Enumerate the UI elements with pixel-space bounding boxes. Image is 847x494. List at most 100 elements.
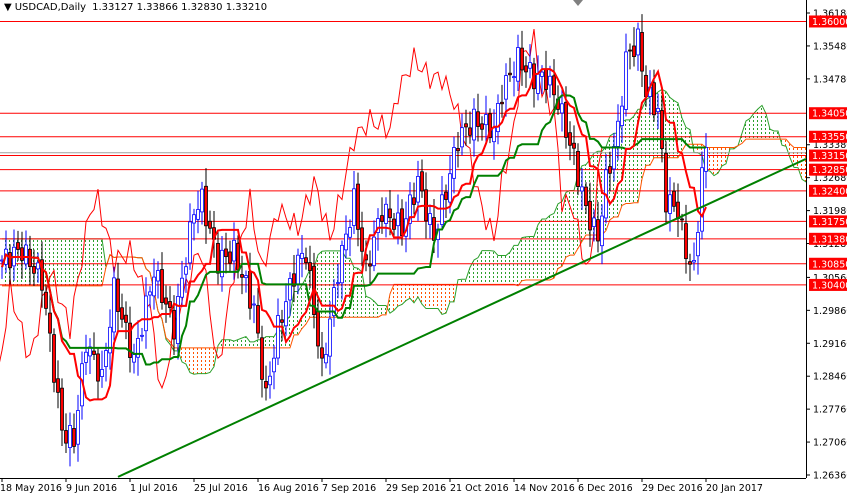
candle[interactable] — [516, 34, 520, 92]
candle[interactable] — [112, 266, 116, 341]
candle[interactable] — [372, 220, 376, 272]
candle[interactable] — [120, 293, 124, 328]
candle[interactable] — [624, 33, 628, 117]
candle[interactable] — [628, 43, 632, 70]
candle[interactable] — [244, 270, 248, 293]
candle[interactable] — [216, 229, 220, 285]
candle[interactable] — [96, 348, 100, 400]
candle[interactable] — [704, 133, 708, 189]
candle[interactable] — [268, 361, 272, 399]
candle[interactable] — [64, 413, 68, 454]
candle[interactable] — [492, 109, 496, 160]
candle[interactable] — [240, 255, 244, 295]
candle[interactable] — [192, 208, 196, 241]
candle[interactable] — [464, 109, 468, 146]
candle[interactable] — [668, 177, 672, 232]
candle[interactable] — [116, 262, 120, 331]
candle[interactable] — [444, 184, 448, 219]
candle[interactable] — [508, 57, 512, 82]
candle[interactable] — [220, 236, 224, 292]
candle[interactable] — [136, 320, 140, 376]
candle[interactable] — [196, 190, 200, 234]
candle[interactable] — [664, 141, 668, 225]
candle[interactable] — [504, 63, 508, 117]
candle[interactable] — [160, 252, 164, 310]
candle[interactable] — [672, 182, 676, 212]
candle[interactable] — [300, 235, 304, 278]
candle[interactable] — [208, 210, 212, 234]
candle[interactable] — [76, 394, 80, 462]
candle[interactable] — [368, 250, 372, 285]
candle[interactable] — [92, 332, 96, 360]
candle[interactable] — [56, 360, 60, 409]
candle[interactable] — [572, 125, 576, 165]
candle[interactable] — [452, 136, 456, 194]
candle[interactable] — [200, 181, 204, 225]
candle[interactable] — [460, 113, 464, 156]
candle[interactable] — [456, 132, 460, 168]
candle[interactable] — [24, 230, 28, 270]
candle[interactable] — [264, 365, 268, 401]
candle[interactable] — [272, 345, 276, 390]
candle[interactable] — [472, 98, 476, 157]
candle[interactable] — [164, 285, 168, 323]
candle[interactable] — [132, 343, 136, 374]
candle[interactable] — [488, 108, 492, 144]
candle[interactable] — [552, 59, 556, 113]
chart-shift-marker-icon[interactable] — [573, 0, 583, 6]
candle[interactable] — [324, 342, 328, 369]
price-chart[interactable]: 1.361801.354801.347801.333801.326801.319… — [0, 0, 847, 494]
candle[interactable] — [484, 95, 488, 144]
candle[interactable] — [156, 261, 160, 299]
candle[interactable] — [52, 328, 56, 393]
candle[interactable] — [108, 309, 112, 370]
candle[interactable] — [252, 295, 256, 324]
candle[interactable] — [692, 242, 696, 271]
candle[interactable] — [188, 203, 192, 270]
dropdown-triangle-icon[interactable]: ▼ — [4, 2, 12, 13]
candle[interactable] — [360, 211, 364, 267]
candle[interactable] — [140, 327, 144, 342]
candle[interactable] — [84, 334, 88, 376]
candle[interactable] — [48, 294, 52, 352]
candle[interactable] — [128, 306, 132, 373]
candle[interactable] — [68, 412, 72, 467]
candle[interactable] — [632, 27, 636, 67]
candle[interactable] — [700, 151, 704, 240]
candle[interactable] — [512, 61, 516, 97]
candle[interactable] — [72, 413, 76, 454]
candle[interactable] — [468, 111, 472, 144]
candle[interactable] — [696, 221, 700, 275]
candle[interactable] — [420, 159, 424, 198]
candle[interactable] — [440, 176, 444, 231]
candle[interactable] — [524, 56, 528, 88]
candle[interactable] — [352, 170, 356, 234]
candle[interactable] — [100, 350, 104, 388]
candle[interactable] — [688, 253, 692, 281]
candle[interactable] — [428, 204, 432, 239]
candle[interactable] — [676, 183, 680, 238]
candle[interactable] — [568, 121, 572, 161]
candle[interactable] — [276, 298, 280, 366]
trendline[interactable] — [117, 157, 806, 478]
candle[interactable] — [356, 172, 360, 247]
candle[interactable] — [296, 248, 300, 295]
candle[interactable] — [60, 378, 64, 447]
candle[interactable] — [640, 14, 644, 88]
candle[interactable] — [88, 338, 92, 374]
candle[interactable] — [320, 331, 324, 377]
candle[interactable] — [124, 301, 128, 340]
candle[interactable] — [520, 30, 524, 86]
candle[interactable] — [532, 57, 536, 108]
candle[interactable] — [304, 247, 308, 270]
candle[interactable] — [636, 22, 640, 71]
candle[interactable] — [260, 325, 264, 398]
candle[interactable] — [144, 277, 148, 349]
candle[interactable] — [184, 257, 188, 293]
candle[interactable] — [152, 258, 156, 310]
candle[interactable] — [412, 182, 416, 215]
chart-window[interactable]: ▼ USDCAD,Daily 1.33127 1.33866 1.32830 1.3… — [0, 0, 847, 494]
candle[interactable] — [476, 93, 480, 142]
candle[interactable] — [180, 260, 184, 308]
candle[interactable] — [204, 168, 208, 244]
